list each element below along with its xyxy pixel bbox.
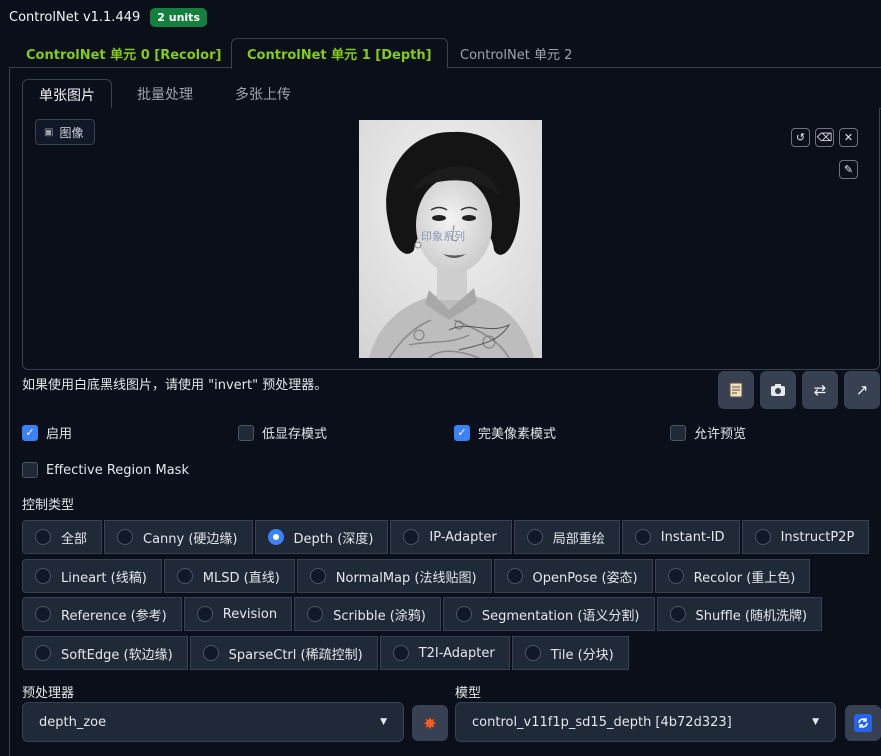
radio-instant-id[interactable]: Instant-ID [621, 520, 740, 554]
radio-t2i-adapter[interactable]: T2I-Adapter [379, 636, 510, 670]
document-icon [729, 382, 743, 398]
units-badge: 2 units [150, 7, 207, 27]
radio-segmentation[interactable]: Segmentation (语义分割) [442, 597, 655, 631]
enable-checkbox[interactable]: ✓ 启用 [22, 423, 72, 442]
refresh-models-button[interactable] [845, 705, 881, 741]
control-type-row-3: Reference (参考) Revision Scribble (涂鸦) Se… [22, 597, 824, 631]
explosion-icon: ✸ [423, 713, 437, 733]
radio-sparsectrl[interactable]: SparseCtrl (稀疏控制) [189, 636, 378, 670]
send-dimensions-button[interactable]: ↗ [844, 371, 880, 409]
controlnet-header[interactable]: ControlNet v1.1.449 2 units [9, 6, 207, 28]
radio-openpose[interactable]: OpenPose (姿态) [493, 559, 653, 593]
close-icon[interactable]: ✕ [839, 128, 858, 147]
control-type-label: 控制类型 [22, 498, 75, 513]
radio-revision[interactable]: Revision [183, 597, 293, 631]
radio-ip-adapter[interactable]: IP-Adapter [390, 520, 512, 554]
radio-reference[interactable]: Reference (参考) [22, 597, 182, 631]
enable-label: 启用 [46, 427, 73, 442]
image-icon: ▣ [44, 126, 54, 138]
image-label: ▣ 图像 [35, 119, 95, 145]
photo-watermark: 印象系列 [421, 229, 465, 243]
refresh-icon [854, 714, 872, 732]
pixel-perfect-label: 完美像素模式 [478, 427, 557, 442]
image-tabs: 单张图片 批量处理 多张上传 [22, 79, 881, 110]
webcam-button[interactable] [760, 371, 796, 409]
chevron-down-icon: ▼ [380, 717, 387, 727]
radio-normalmap[interactable]: NormalMap (法线贴图) [296, 559, 492, 593]
radio-inpaint[interactable]: 局部重绘 [513, 520, 620, 554]
arrow-up-right-icon: ↗ [855, 381, 869, 399]
radio-all[interactable]: 全部 [22, 520, 103, 554]
check-icon: ✓ [454, 424, 470, 441]
effective-region-mask-checkbox[interactable]: Effective Region Mask [22, 462, 189, 478]
control-type-row-4: SoftEdge (软边缘) SparseCtrl (稀疏控制) T2I-Ada… [22, 636, 631, 670]
camera-icon [771, 384, 785, 396]
model-dropdown[interactable]: control_v11f1p_sd15_depth [4b72d323] ▼ [455, 702, 836, 742]
low-vram-checkbox[interactable]: 低显存模式 [238, 423, 327, 442]
preprocessor-label: 预处理器 [22, 686, 75, 701]
unit-tabs: ControlNet 单元 0 [Recolor] ControlNet 单元 … [9, 38, 881, 69]
eraser-icon[interactable]: ⌫ [815, 128, 834, 147]
model-value: control_v11f1p_sd15_depth [4b72d323] [472, 714, 732, 730]
preprocessor-dropdown[interactable]: depth_zoe ▼ [22, 702, 404, 742]
model-label: 模型 [455, 686, 482, 701]
radio-tile[interactable]: Tile (分块) [511, 636, 629, 670]
tab-unit-2[interactable]: ControlNet 单元 2 [445, 38, 587, 68]
radio-softedge[interactable]: SoftEdge (软边缘) [22, 636, 188, 670]
control-type-row-2: Lineart (线稿) MLSD (直线) NormalMap (法线贴图) … [22, 559, 812, 593]
controlnet-title: ControlNet v1.1.449 [9, 9, 141, 25]
edit-document-button[interactable] [718, 371, 754, 409]
preprocessor-value: depth_zoe [39, 714, 107, 730]
radio-canny[interactable]: Canny (硬边缘) [104, 520, 253, 554]
radio-scribble[interactable]: Scribble (涂鸦) [294, 597, 441, 631]
swap-button[interactable]: ⇄ [802, 371, 838, 409]
low-vram-label: 低显存模式 [262, 427, 328, 442]
tab-multi-upload[interactable]: 多张上传 [219, 79, 307, 109]
radio-shuffle[interactable]: Shuffle (随机洗牌) [656, 597, 823, 631]
radio-mlsd[interactable]: MLSD (直线) [163, 559, 295, 593]
tab-unit-1[interactable]: ControlNet 单元 1 [Depth] [231, 38, 448, 69]
swap-icon: ⇄ [813, 381, 827, 399]
effective-region-mask-label: Effective Region Mask [46, 462, 189, 478]
tab-unit-0[interactable]: ControlNet 单元 0 [Recolor] [11, 38, 236, 68]
run-preprocessor-button[interactable]: ✸ [412, 705, 448, 741]
radio-lineart[interactable]: Lineart (线稿) [22, 559, 162, 593]
allow-preview-checkbox[interactable]: 允许预览 [670, 423, 746, 442]
pixel-perfect-checkbox[interactable]: ✓ 完美像素模式 [454, 423, 556, 442]
chevron-down-icon: ▼ [812, 717, 819, 727]
radio-depth[interactable]: Depth (深度) [254, 520, 389, 554]
invert-hint: 如果使用白底黑线图片，请使用 "invert" 预处理器。 [22, 378, 328, 393]
allow-preview-label: 允许预览 [694, 427, 747, 442]
brush-icon[interactable]: ✎ [839, 160, 858, 179]
control-type-row-1: 全部 Canny (硬边缘) Depth (深度) IP-Adapter 局部重… [22, 520, 871, 554]
undo-icon[interactable]: ↺ [791, 128, 810, 147]
uploaded-photo: 印象系列 [359, 120, 542, 358]
image-label-text: 图像 [59, 125, 84, 140]
radio-recolor[interactable]: Recolor (重上色) [654, 559, 811, 593]
check-icon: ✓ [22, 424, 38, 441]
tab-batch[interactable]: 批量处理 [121, 79, 209, 109]
radio-instructp2p[interactable]: InstructP2P [741, 520, 870, 554]
tab-single-image[interactable]: 单张图片 [22, 79, 112, 110]
